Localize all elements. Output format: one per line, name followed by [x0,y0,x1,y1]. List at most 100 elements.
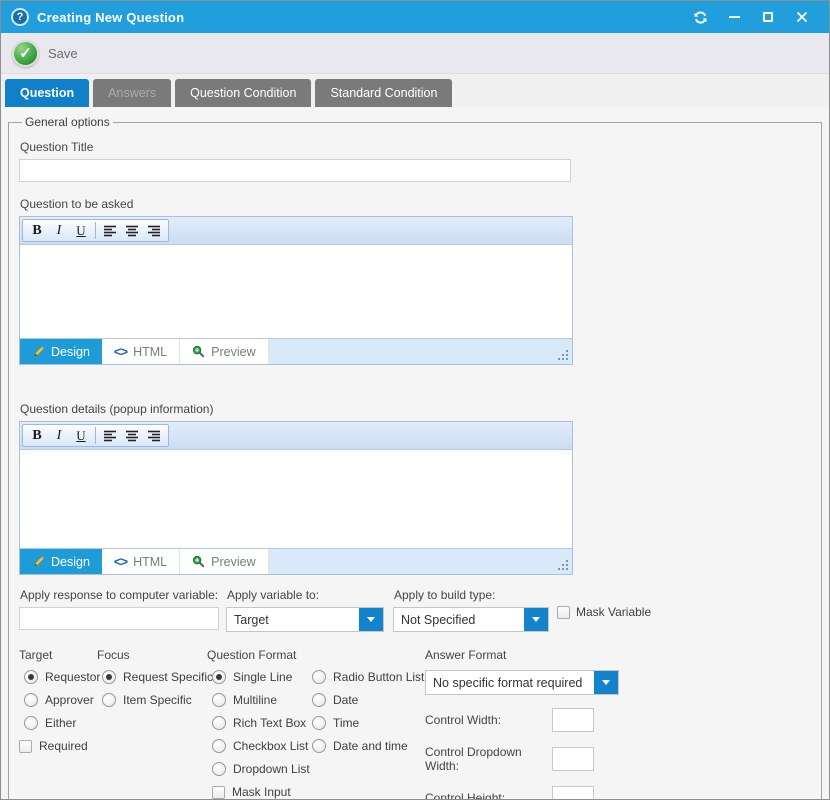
radio-requestor[interactable]: Requestor [24,670,97,684]
radio-radio-button-list[interactable]: Radio Button List [312,670,425,684]
save-button[interactable]: ✓ Save [10,38,84,69]
underline-button[interactable]: U [70,426,92,445]
mask-variable-label: Mask Variable [576,605,651,619]
radio-icon [212,739,226,753]
code-icon: <> [114,344,127,359]
preview-tab-label: Preview [211,345,255,359]
apply-variable-to-field: Apply variable to: Target [226,588,384,632]
chevron-down-icon [359,608,383,631]
design-tab[interactable]: Design [20,339,102,364]
magnifier-icon [192,555,205,568]
bold-button[interactable]: B [26,426,48,445]
resize-grip[interactable] [556,348,570,362]
tab-answers: Answers [93,79,171,107]
radio-icon [312,670,326,684]
control-dropdown-width-input[interactable] [552,747,594,771]
resize-grip[interactable] [556,558,570,572]
align-left-button[interactable] [99,221,121,240]
align-center-button[interactable] [121,221,143,240]
mask-input-checkbox[interactable]: Mask Input [212,785,307,799]
control-width-input[interactable] [552,708,594,732]
italic-button[interactable]: I [48,221,70,240]
minimize-button[interactable] [717,4,751,30]
radio-approver[interactable]: Approver [24,693,97,707]
details-editor-body[interactable] [20,449,572,549]
control-height-input[interactable] [552,786,594,800]
editor-mode-bar: Design <> HTML Preview [20,549,572,574]
checkbox-icon [557,606,570,619]
question-title-input[interactable] [19,159,571,182]
radio-icon [24,716,38,730]
radio-multiline[interactable]: Multiline [212,693,307,707]
check-glyph: ✓ [19,44,32,62]
radio-item-specific[interactable]: Item Specific [102,693,207,707]
radio-either[interactable]: Either [24,716,97,730]
option-groups-row: Target Requestor Approver Either [19,648,811,800]
response-variable-input[interactable] [19,607,219,630]
radio-request-specific[interactable]: Request Specific [102,670,207,684]
build-type-select[interactable]: Not Specified [393,607,549,632]
question-title-label: Question Title [20,140,811,154]
editor-toolbar: B I U [20,217,572,244]
minimize-icon [729,16,740,18]
html-tab[interactable]: <> HTML [102,339,180,364]
editor-mode-bar: Design <> HTML Preview [20,339,572,364]
action-toolbar: ✓ Save [1,33,829,74]
code-icon: <> [114,554,127,569]
align-center-button[interactable] [121,426,143,445]
radio-checkbox-list[interactable]: Checkbox List [212,739,307,753]
help-glyph: ? [17,11,24,23]
radio-date-and-time[interactable]: Date and time [312,739,425,753]
preview-tab-label: Preview [211,555,255,569]
preview-tab[interactable]: Preview [180,339,268,364]
save-label: Save [48,46,78,61]
help-icon[interactable]: ? [11,8,29,26]
maximize-button[interactable] [751,4,785,30]
build-type-field: Apply to build type: Not Specified [393,588,549,632]
radio-time[interactable]: Time [312,716,425,730]
control-height-label: Control Height: [425,791,552,800]
align-right-button[interactable] [143,426,165,445]
close-button[interactable] [785,4,819,30]
italic-button[interactable]: I [48,426,70,445]
apply-variable-to-select[interactable]: Target [226,607,384,632]
chevron-down-icon [594,671,618,694]
align-center-icon [125,430,139,442]
question-editor-body[interactable] [20,244,572,339]
answer-format-select[interactable]: No specific format required [425,670,619,695]
radio-rich-text-box[interactable]: Rich Text Box [212,716,307,730]
radio-dropdown-list[interactable]: Dropdown List [212,762,307,776]
align-left-button[interactable] [99,426,121,445]
general-options-group: General options Question Title Question … [8,115,822,800]
tab-standard-condition[interactable]: Standard Condition [315,79,452,107]
focus-group-label: Focus [97,648,207,662]
response-variable-label: Apply response to computer variable: [20,588,219,602]
mask-variable-checkbox[interactable]: Mask Variable [557,605,651,619]
radio-icon [102,693,116,707]
title-bar: ? Creating New Question [1,1,829,33]
tab-question-condition[interactable]: Question Condition [175,79,311,107]
radio-icon [102,670,116,684]
preview-tab[interactable]: Preview [180,549,268,574]
html-tab[interactable]: <> HTML [102,549,180,574]
align-right-icon [147,430,161,442]
align-right-button[interactable] [143,221,165,240]
question-richtext-editor: B I U [19,216,573,365]
bold-button[interactable]: B [26,221,48,240]
radio-date[interactable]: Date [312,693,425,707]
radio-icon [212,762,226,776]
align-left-icon [103,430,117,442]
html-tab-label: HTML [133,345,167,359]
radio-icon [212,693,226,707]
underline-button[interactable]: U [70,221,92,240]
target-group-label: Target [19,648,97,662]
design-tab[interactable]: Design [20,549,102,574]
italic-icon: I [57,428,62,444]
tab-question[interactable]: Question [5,79,89,107]
window-controls [683,4,819,30]
control-dropdown-width-field: Control Dropdown Width: [425,745,625,773]
refresh-icon[interactable] [683,4,717,30]
required-checkbox[interactable]: Required [19,739,97,753]
answer-format-label: Answer Format [425,648,625,662]
radio-single-line[interactable]: Single Line [212,670,307,684]
